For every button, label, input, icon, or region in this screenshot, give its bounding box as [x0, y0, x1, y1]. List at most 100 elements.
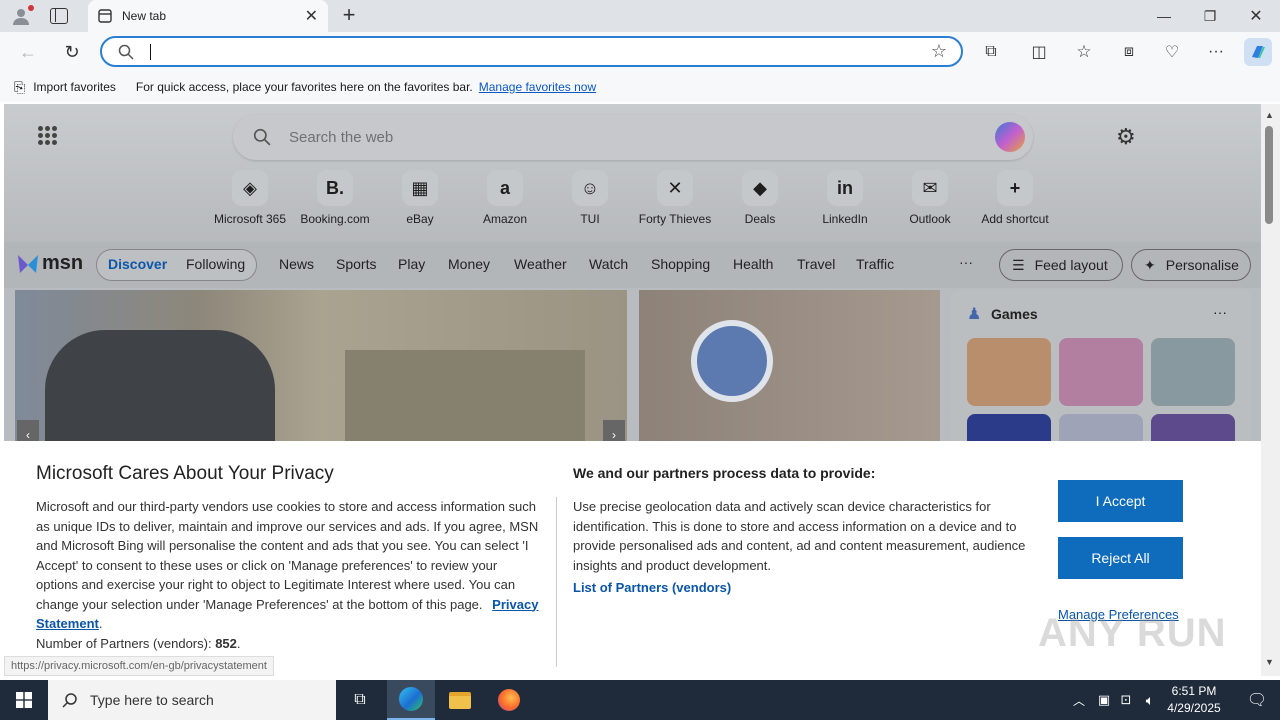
- shortcut-tile[interactable]: B. Booking.com: [292, 170, 378, 226]
- tab-discover[interactable]: Discover: [108, 256, 167, 272]
- manage-favorites-link[interactable]: Manage favorites now: [479, 80, 596, 94]
- list-of-partners-link[interactable]: List of Partners (vendors): [573, 580, 731, 595]
- page-scrollbar[interactable]: ▲ ▼: [1261, 104, 1280, 676]
- scroll-down-arrow[interactable]: ▼: [1265, 657, 1274, 667]
- nav-news[interactable]: News: [279, 256, 314, 272]
- shortcut-tile[interactable]: a Amazon: [462, 170, 548, 226]
- split-screen-icon[interactable]: ◫: [1027, 40, 1051, 64]
- accept-button[interactable]: I Accept: [1058, 480, 1183, 522]
- nav-traffic[interactable]: Traffic: [856, 256, 894, 272]
- games-title: Games: [991, 306, 1038, 322]
- msn-butterfly-icon: [18, 254, 38, 273]
- profile-icon[interactable]: [8, 5, 34, 27]
- notifications-icon[interactable]: 🗨︎: [1234, 680, 1280, 720]
- page-settings-icon[interactable]: ⚙: [1116, 124, 1136, 150]
- privacy-title: Microsoft Cares About Your Privacy: [36, 463, 334, 484]
- restore-button[interactable]: ❐: [1187, 0, 1233, 32]
- web-search-placeholder: Search the web: [289, 129, 394, 146]
- scroll-thumb[interactable]: [1265, 126, 1273, 224]
- tab-actions-icon[interactable]: [50, 8, 68, 24]
- partners-count-label: Number of Partners (vendors):: [36, 635, 212, 651]
- nav-shopping[interactable]: Shopping: [651, 256, 710, 272]
- meet-now-icon[interactable]: ▣: [1094, 680, 1114, 720]
- copilot-search-icon[interactable]: [995, 122, 1025, 152]
- shoe-image-right: [345, 350, 585, 450]
- clock-time: 6:51 PM: [1171, 684, 1217, 698]
- web-search-box[interactable]: Search the web: [233, 114, 1033, 160]
- feed-card-shoes[interactable]: ‹ ›: [15, 290, 627, 450]
- shortcut-tile[interactable]: ◆ Deals: [717, 170, 803, 226]
- reject-all-button[interactable]: Reject All: [1058, 537, 1183, 579]
- nav-play[interactable]: Play: [398, 256, 425, 272]
- nav-watch[interactable]: Watch: [589, 256, 628, 272]
- shortcut-tile[interactable]: in LinkedIn: [802, 170, 888, 226]
- extensions-icon[interactable]: ⧉: [979, 40, 1003, 64]
- nav-travel[interactable]: Travel: [797, 256, 835, 272]
- close-tab-icon[interactable]: ✕: [305, 6, 318, 26]
- edge-taskbar-icon[interactable]: [387, 680, 435, 720]
- import-favorites-icon[interactable]: ⎘: [14, 79, 25, 96]
- copilot-icon[interactable]: [1244, 38, 1272, 66]
- nav-money[interactable]: Money: [448, 256, 490, 272]
- feed-layout-button[interactable]: ☰ Feed layout: [999, 249, 1123, 281]
- more-menu-icon[interactable]: ···: [1204, 40, 1228, 64]
- nav-more-icon[interactable]: ···: [959, 254, 973, 270]
- shortcut-icon: ☺: [572, 170, 608, 206]
- shortcut-label: Add shortcut: [981, 212, 1049, 226]
- dialog-divider: [556, 497, 557, 667]
- favorites-icon[interactable]: ☆: [1072, 40, 1096, 64]
- firefox-icon[interactable]: [485, 680, 533, 720]
- taskbar-search-box[interactable]: Type here to search: [48, 680, 336, 720]
- start-button[interactable]: [0, 680, 48, 720]
- nav-health[interactable]: Health: [733, 256, 773, 272]
- apps-launcher-icon[interactable]: [38, 126, 58, 146]
- scroll-up-arrow[interactable]: ▲: [1265, 110, 1274, 120]
- games-more-icon[interactable]: ···: [1213, 304, 1227, 320]
- import-favorites-button[interactable]: Import favorites: [33, 80, 116, 94]
- shortcut-tile[interactable]: ☺ TUI: [547, 170, 633, 226]
- close-window-button[interactable]: ✕: [1233, 0, 1279, 32]
- personalise-icon: ✦: [1144, 256, 1156, 273]
- refresh-icon[interactable]: ↻: [60, 40, 84, 64]
- address-bar[interactable]: ☆: [100, 36, 963, 67]
- shortcut-icon: in: [827, 170, 863, 206]
- show-hidden-icons[interactable]: ︿: [1068, 680, 1090, 720]
- shortcut-icon: ◆: [742, 170, 778, 206]
- favorite-star-icon[interactable]: ☆: [931, 41, 947, 62]
- shortcut-tile[interactable]: ◈ Microsoft 365: [207, 170, 293, 226]
- privacy-consent-dialog: Microsoft Cares About Your Privacy Micro…: [4, 441, 1261, 676]
- game-thumbnail[interactable]: [967, 338, 1051, 406]
- shortcut-label: Microsoft 365: [213, 212, 287, 226]
- shortcut-tile[interactable]: ✉ Outlook: [887, 170, 973, 226]
- taskbar-clock[interactable]: 6:51 PM 4/29/2025: [1160, 683, 1228, 717]
- feed-card-health[interactable]: [639, 290, 940, 450]
- shortcut-label: Outlook: [909, 212, 951, 226]
- msn-logo[interactable]: msn: [16, 252, 83, 275]
- nav-sports[interactable]: Sports: [336, 256, 376, 272]
- nav-weather[interactable]: Weather: [514, 256, 567, 272]
- personalise-button[interactable]: ✦ Personalise: [1131, 249, 1251, 281]
- shortcut-tile[interactable]: ▦ eBay: [377, 170, 463, 226]
- status-bar-url: https://privacy.microsoft.com/en-gb/priv…: [4, 656, 274, 676]
- file-explorer-icon[interactable]: [436, 680, 484, 720]
- volume-icon[interactable]: 🔈︎: [1140, 680, 1160, 720]
- tab-new-tab[interactable]: New tab ✕: [88, 0, 328, 32]
- back-icon[interactable]: ←: [16, 40, 40, 64]
- game-thumbnail[interactable]: [1151, 338, 1235, 406]
- shortcut-label: Amazon: [482, 212, 528, 226]
- shortcut-tile[interactable]: + Add shortcut: [972, 170, 1058, 226]
- tab-following[interactable]: Following: [186, 256, 245, 272]
- minimize-button[interactable]: —: [1141, 0, 1187, 32]
- collections-icon[interactable]: ⧈: [1117, 40, 1141, 64]
- privacy-period: .: [98, 616, 103, 631]
- game-thumbnail[interactable]: [1059, 338, 1143, 406]
- sliders-icon: ☰: [1012, 256, 1025, 273]
- search-icon: [118, 44, 134, 60]
- feed-layout-label: Feed layout: [1034, 257, 1108, 273]
- shortcut-tile[interactable]: ✕ Forty Thieves: [632, 170, 718, 226]
- task-view-icon[interactable]: ⧉: [340, 680, 380, 720]
- shoe-image-left: [45, 330, 275, 450]
- network-icon[interactable]: ⊡: [1116, 680, 1136, 720]
- browser-essentials-icon[interactable]: ♡: [1160, 40, 1184, 64]
- new-tab-button[interactable]: +: [338, 4, 360, 28]
